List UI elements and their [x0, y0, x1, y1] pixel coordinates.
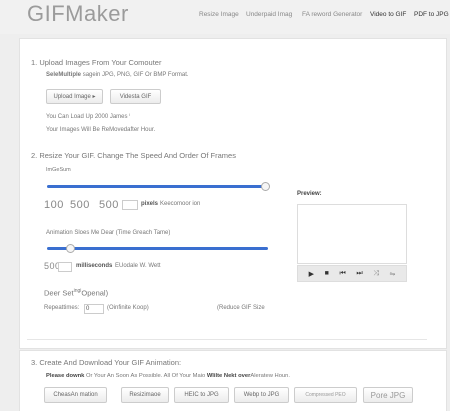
preview-controls: ▶ ■ ⏮ ⏭ ⤨ ⇋: [297, 265, 407, 282]
previous-frame-icon[interactable]: ⏮: [339, 270, 345, 278]
image-size-label: ImGeSum: [46, 167, 71, 173]
download-section-title: 3. Create And Download Your GIF Animatio…: [31, 358, 182, 367]
upload-limit-text: You Can Load Up 2000 James: [46, 114, 128, 120]
animation-speed-label: Animation Sloes Me Dear (Time Greach Tam…: [46, 230, 171, 236]
create-animation-button[interactable]: CheasAn mation: [44, 387, 107, 403]
height-value: 500: [99, 199, 119, 211]
resize-section-title: 2. Resize Your GIF. Change The Speed And…: [31, 151, 236, 160]
play-icon[interactable]: ▶: [309, 270, 314, 278]
upload-caret-icon: ▸: [92, 94, 96, 100]
download-note-mid: Or Your An Soon As Possible. All Of Your…: [85, 373, 206, 379]
heic-to-jpg-button[interactable]: HEIC to JPG: [174, 387, 229, 403]
keep-ratio-label[interactable]: Keecomoor ion: [160, 201, 200, 207]
height-input[interactable]: [122, 200, 138, 210]
reverse-icon[interactable]: ⇋: [390, 270, 396, 278]
download-note-prefix: Please downk: [46, 373, 85, 379]
info-icon: ⁱ: [129, 114, 131, 120]
next-frame-icon[interactable]: ⏭: [356, 270, 362, 278]
preview-label: Preview:: [297, 191, 322, 197]
upload-removal-note: Your Images Will Be ReMovedafter Hour.: [46, 127, 156, 133]
image-size-slider-handle[interactable]: [261, 182, 270, 191]
nav-underpaid-image[interactable]: Underpaid Imag: [246, 11, 292, 18]
animation-speed-slider[interactable]: [47, 247, 268, 250]
frame-order-text: Deer Set: [44, 288, 74, 298]
site-logo[interactable]: GIFMaker: [27, 1, 129, 27]
upload-image-button[interactable]: Upload Image ▸: [46, 89, 103, 104]
nav-pdf-to-jpg[interactable]: PDF to JPG: [414, 11, 449, 18]
shuffle-icon[interactable]: ⤨: [373, 270, 379, 278]
stop-icon[interactable]: ■: [325, 270, 329, 277]
nav-video-to-gif[interactable]: Video to GIF: [370, 11, 406, 18]
upload-image-label: Upload Image: [53, 93, 91, 100]
main-panel: [19, 38, 447, 349]
section-divider: [27, 339, 427, 340]
repeat-times-input[interactable]: 0: [84, 304, 104, 314]
delay-input[interactable]: [58, 262, 72, 272]
webp-to-jpg-button[interactable]: Webp to JPG: [234, 387, 289, 403]
speed-note: EUodale W. Wett: [115, 263, 161, 269]
upload-format-note: SeleMultiple sagein JPG, PNG, GIF Or BMP…: [46, 72, 189, 78]
animation-speed-slider-handle[interactable]: [66, 244, 75, 253]
pixels-label: pixels: [141, 201, 159, 207]
download-note-bold: Wlilte Nekt: [206, 373, 237, 379]
frame-order-suffix: Openal): [81, 288, 109, 298]
download-note-suffix: Aleratew Houn.: [250, 373, 290, 379]
size-mid-value: 500: [70, 199, 90, 211]
gif-preview-area: [297, 204, 407, 264]
width-value: 100: [44, 199, 64, 211]
upload-select-suffix: sagein JPG, PNG, GIF Or BMP Format.: [82, 72, 189, 78]
upload-select-prefix: SeleMultiple: [46, 72, 82, 78]
frame-order-label: Deer SetingiOpenal): [44, 288, 108, 298]
compressed-jpeg-button[interactable]: Compressed PEO: [294, 387, 357, 403]
resize-image-button[interactable]: Resizimaoe: [121, 387, 169, 403]
pdf-to-jpg-button[interactable]: Pore JPG: [363, 387, 413, 403]
video-to-gif-button[interactable]: Videsta GIF: [110, 89, 161, 104]
milliseconds-label: milliseconds: [76, 263, 113, 269]
download-note: Please downk Or Your An Soon As Possible…: [46, 373, 290, 379]
repeat-times-label: Repeattimes:: [44, 305, 80, 311]
site-header: GIFMaker Resize Image Underpaid Imag FA …: [0, 0, 450, 34]
nav-reword-generator[interactable]: FA reword Generator: [302, 11, 362, 18]
reduce-gif-size-option[interactable]: (Reduce GIF Size: [217, 305, 265, 311]
nav-resize-image[interactable]: Resize Image: [199, 11, 239, 18]
upload-section-title: 1. Upload Images From Your Comouter: [31, 58, 162, 67]
image-size-slider[interactable]: [47, 185, 267, 188]
download-note-over: over: [238, 373, 251, 379]
infinite-loop-note: (Oinfinite Koop): [107, 305, 149, 311]
upload-limit-note: You Can Load Up 2000 James ⁱ: [46, 113, 130, 120]
